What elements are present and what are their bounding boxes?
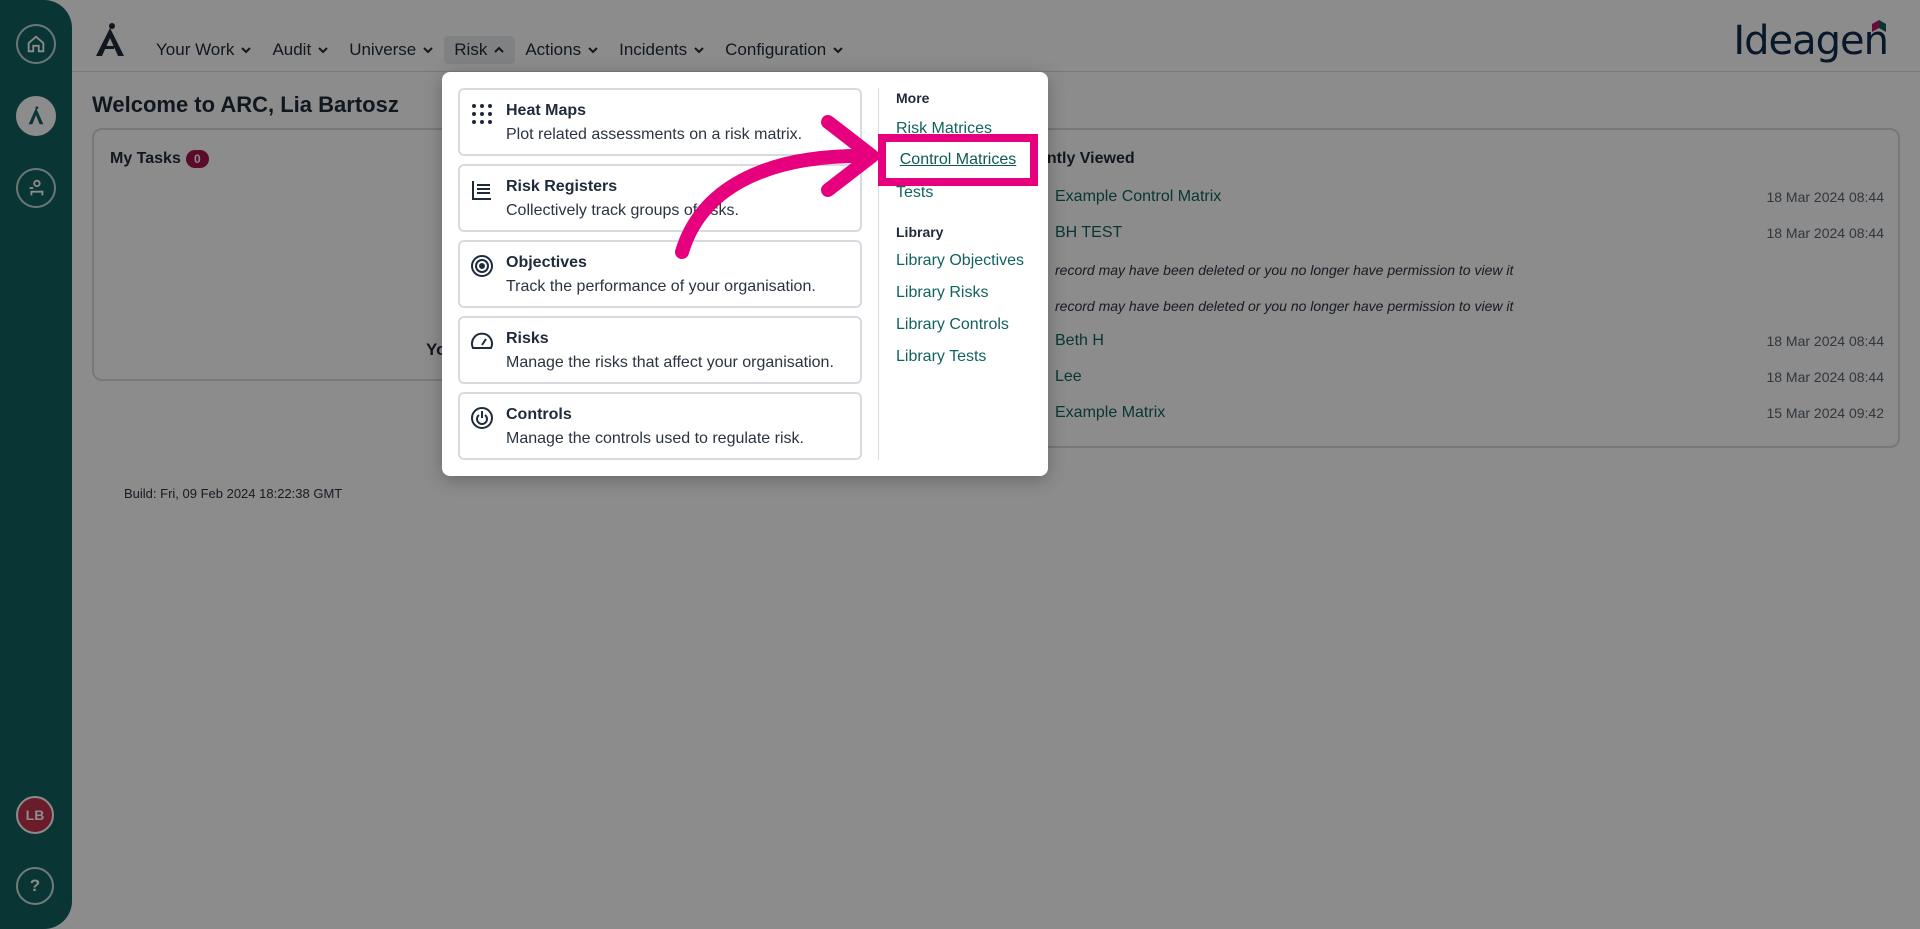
target-icon	[471, 255, 493, 277]
link-library-risks[interactable]: Library Risks	[896, 284, 988, 302]
grid-dots-icon	[472, 104, 492, 124]
menu-item-title: Risk Registers	[506, 178, 618, 195]
link-tests[interactable]: Tests	[896, 184, 933, 202]
link-library-tests[interactable]: Library Tests	[896, 348, 986, 366]
register-icon	[472, 181, 491, 200]
link-control-matrices[interactable]: Control Matrices	[900, 151, 1016, 169]
library-heading: Library	[896, 224, 944, 240]
control-matrices-highlight[interactable]: Control Matrices	[878, 134, 1038, 186]
pointer-arrow-icon	[675, 115, 879, 259]
link-library-objectives[interactable]: Library Objectives	[896, 252, 1024, 270]
menu-item-risks[interactable]: Risks Manage the risks that affect your …	[458, 316, 862, 384]
menu-item-desc: Manage the risks that affect your organi…	[506, 354, 834, 371]
menu-item-desc: Track the performance of your organisati…	[506, 278, 816, 295]
controls-icon	[471, 407, 493, 429]
menu-item-title: Objectives	[506, 254, 587, 271]
menu-item-title: Risks	[506, 330, 549, 347]
menu-item-title: Controls	[506, 406, 572, 423]
gauge-icon	[471, 332, 493, 349]
menu-item-title: Heat Maps	[506, 102, 587, 119]
more-heading: More	[896, 90, 930, 106]
link-library-controls[interactable]: Library Controls	[896, 316, 1009, 334]
menu-item-desc: Manage the controls used to regulate ris…	[506, 430, 804, 447]
menu-item-controls[interactable]: Controls Manage the controls used to reg…	[458, 392, 862, 460]
